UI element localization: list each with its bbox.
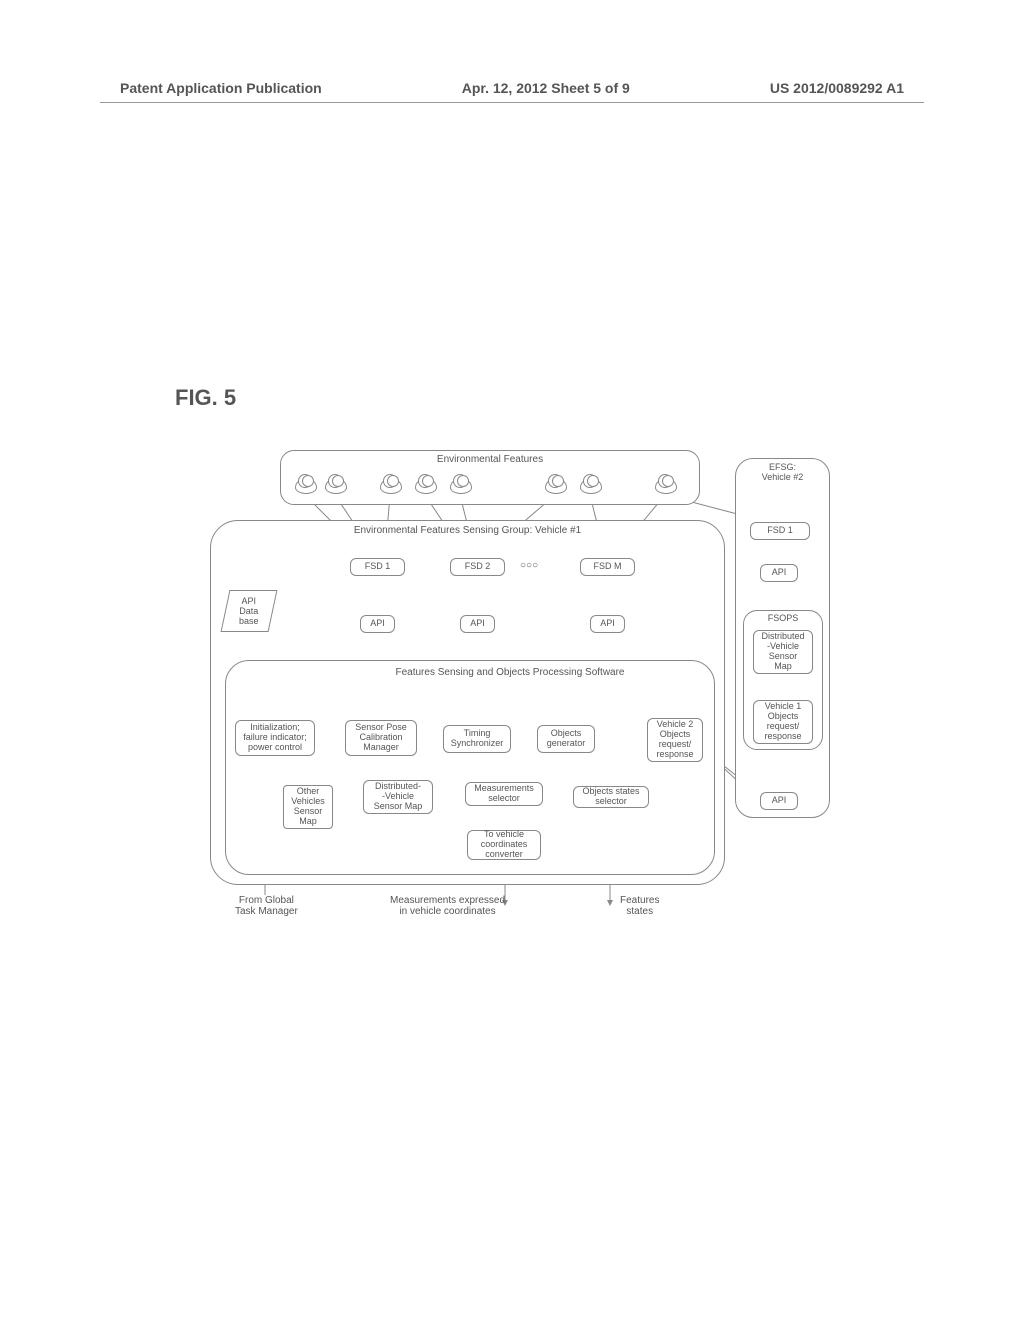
api-database: API Data base xyxy=(221,590,278,632)
vehicle2-title: EFSG: Vehicle #2 xyxy=(762,463,804,483)
feature-cloud-icon xyxy=(325,478,347,494)
header-center: Apr. 12, 2012 Sheet 5 of 9 xyxy=(462,80,630,96)
vehicle1-group-title: Environmental Features Sensing Group: Ve… xyxy=(354,525,581,536)
ellipsis-icon: ○○○ xyxy=(520,560,538,571)
pose-calibration-block: Sensor Pose Calibration Manager xyxy=(345,720,417,756)
api-box: API xyxy=(460,615,495,633)
feature-cloud-icon xyxy=(295,478,317,494)
header-right: US 2012/0089292 A1 xyxy=(770,80,904,96)
v2-fsops-title: FSOPS xyxy=(768,614,799,624)
env-features-title: Environmental Features xyxy=(437,454,543,465)
objects-generator-block: Objects generator xyxy=(537,725,595,753)
feature-cloud-icon xyxy=(580,478,602,494)
measurements-selector-block: Measurements selector xyxy=(465,782,543,806)
v2-v1-objects-request-block: Vehicle 1 Objects request/ response xyxy=(753,700,813,744)
measurements-output-label: Measurements expressed in vehicle coordi… xyxy=(390,895,505,917)
feature-cloud-icon xyxy=(415,478,437,494)
v2-distributed-map-block: Distributed -Vehicle Sensor Map xyxy=(753,630,813,674)
feature-cloud-icon xyxy=(655,478,677,494)
v2-objects-request-block: Vehicle 2 Objects request/ response xyxy=(647,718,703,762)
v2-api2-box: API xyxy=(760,792,798,810)
feature-cloud-icon xyxy=(545,478,567,494)
init-block: Initialization; failure indicator; power… xyxy=(235,720,315,756)
features-states-output-label: Features states xyxy=(620,895,659,917)
fsd-box: FSD 1 xyxy=(350,558,405,576)
distributed-vehicle-map-block: Distributed- -Vehicle Sensor Map xyxy=(363,780,433,814)
feature-cloud-icon xyxy=(450,478,472,494)
header-rule xyxy=(100,102,924,103)
header-left: Patent Application Publication xyxy=(120,80,322,96)
timing-sync-block: Timing Synchronizer xyxy=(443,725,511,753)
v2-fsd-box: FSD 1 xyxy=(750,522,810,540)
api-box: API xyxy=(590,615,625,633)
feature-cloud-icon xyxy=(380,478,402,494)
page-header: Patent Application Publication Apr. 12, … xyxy=(0,80,1024,96)
coord-converter-block: To vehicle coordinates converter xyxy=(467,830,541,860)
figure-diagram: Environmental Features Environmental Fea… xyxy=(175,450,875,950)
api-box: API xyxy=(360,615,395,633)
figure-label: FIG. 5 xyxy=(175,385,236,411)
other-vehicles-map-block: Other Vehicles Sensor Map xyxy=(283,785,333,829)
objects-states-selector-block: Objects states selector xyxy=(573,786,649,808)
from-gtm-label: From Global Task Manager xyxy=(235,895,298,917)
fsops-title: Features Sensing and Objects Processing … xyxy=(395,667,624,678)
fsd-box: FSD M xyxy=(580,558,635,576)
fsd-box: FSD 2 xyxy=(450,558,505,576)
v2-api-box: API xyxy=(760,564,798,582)
